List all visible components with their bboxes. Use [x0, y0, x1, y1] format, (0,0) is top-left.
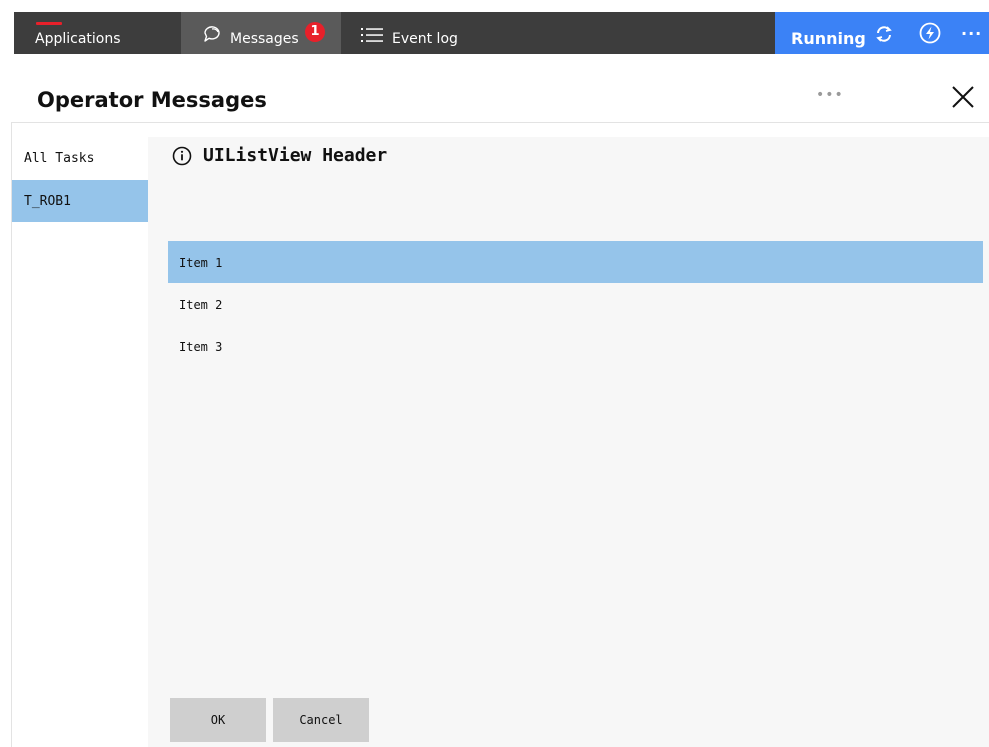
sync-icon[interactable]: [873, 23, 895, 45]
messages-icon: [204, 26, 220, 42]
list-icon: [361, 28, 383, 42]
tab-event-log[interactable]: Event log: [341, 12, 481, 54]
more-menu-button[interactable]: ···: [961, 24, 982, 43]
status-label: Running: [791, 29, 866, 48]
title-divider: [12, 122, 989, 123]
sidebar-item-all-tasks[interactable]: All Tasks: [12, 137, 148, 179]
list-item[interactable]: Item 1: [168, 241, 983, 283]
tab-event-log-label: Event log: [392, 31, 458, 47]
controller-status[interactable]: Running ···: [775, 12, 989, 54]
list-item-label: Item 3: [179, 340, 223, 354]
ok-button[interactable]: OK: [170, 698, 266, 742]
tab-applications-label: Applications: [35, 31, 121, 47]
list-item[interactable]: Item 2: [168, 283, 983, 325]
messages-count-badge: 1: [305, 22, 325, 42]
close-icon[interactable]: [948, 82, 978, 112]
tab-messages-label: Messages: [230, 31, 299, 47]
list-view-panel: UIListView Header Item 1 Item 2 Item 3 O…: [148, 137, 989, 747]
sidebar-item-label: All Tasks: [24, 151, 95, 166]
list-view-header-text: UIListView Header: [203, 145, 388, 166]
list-item-label: Item 2: [179, 298, 223, 312]
dialog-menu-button[interactable]: •••: [816, 87, 844, 103]
tab-applications[interactable]: Applications: [14, 12, 181, 54]
task-sidebar: All Tasks T_ROB1: [12, 123, 148, 747]
page-title: Operator Messages: [37, 88, 267, 112]
item-list: Item 1 Item 2 Item 3: [168, 241, 983, 367]
top-bar: Applications Messages 1 Event log Runnin…: [0, 0, 989, 65]
active-accent: [36, 22, 62, 25]
list-item-label: Item 1: [179, 256, 223, 270]
info-icon: [172, 146, 192, 166]
tab-messages[interactable]: Messages 1: [181, 12, 341, 54]
bolt-icon[interactable]: [919, 22, 941, 44]
cancel-button[interactable]: Cancel: [273, 698, 369, 742]
list-item[interactable]: Item 3: [168, 325, 983, 367]
sidebar-item-label: T_ROB1: [24, 194, 71, 209]
sidebar-item-t-rob1[interactable]: T_ROB1: [12, 180, 148, 222]
